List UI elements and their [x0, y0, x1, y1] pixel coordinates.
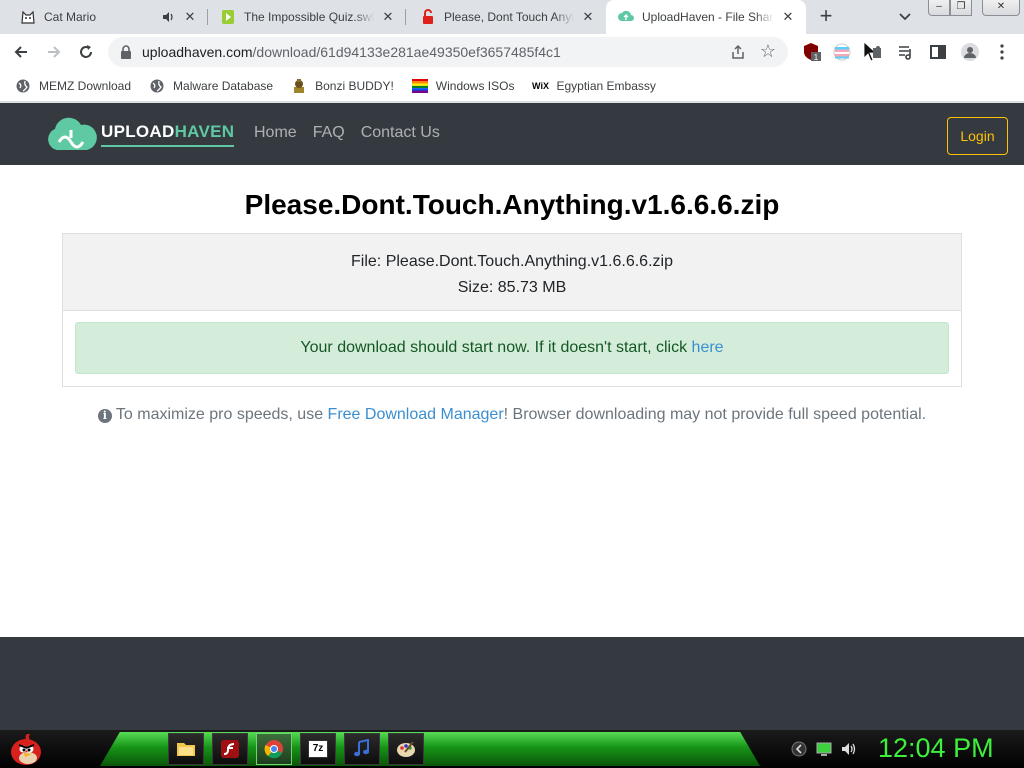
speaker-icon[interactable]: [162, 11, 176, 23]
share-icon[interactable]: [730, 44, 746, 60]
nav-home[interactable]: Home: [254, 124, 297, 142]
address-bar[interactable]: uploadhaven.com/download/61d94133e281ae4…: [108, 37, 788, 67]
tip-prefix: To maximize pro speeds, use: [115, 406, 328, 423]
uploadhaven-icon: [618, 9, 634, 25]
paint-icon: [397, 741, 415, 757]
url-text: uploadhaven.com/download/61d94133e281ae4…: [142, 44, 561, 60]
taskbar-music[interactable]: [344, 733, 380, 765]
flag-extension-icon[interactable]: [832, 42, 852, 62]
extension-badge: 1: [814, 53, 819, 62]
puzzle-extension-icon[interactable]: [862, 42, 882, 62]
url-domain: uploadhaven.com: [142, 44, 253, 60]
forward-button[interactable]: [42, 40, 66, 64]
file-size-line: Size: 85.73 MB: [457, 279, 567, 296]
download-here-link[interactable]: here: [692, 339, 724, 356]
star-icon[interactable]: ☆: [760, 41, 776, 61]
file-title: Please.Dont.Touch.Anything.v1.6.6.6.zip: [244, 189, 780, 220]
reload-icon: [80, 45, 92, 58]
site-footer: [0, 637, 1024, 730]
flash-icon: [221, 740, 239, 758]
cat-icon: [20, 9, 36, 25]
side-panel-icon[interactable]: [928, 42, 948, 62]
taskbar-flash[interactable]: [212, 733, 248, 765]
angry-bird-icon: [11, 733, 41, 765]
web-page: UPLOADHAVEN Home FAQ Contact Us Login Pl…: [0, 103, 1024, 730]
nav-contact-us[interactable]: Contact Us: [361, 124, 440, 142]
nav-faq[interactable]: FAQ: [313, 124, 345, 142]
globe-icon: [149, 78, 165, 94]
volume-icon[interactable]: [840, 740, 858, 758]
bookmark-windows-isos[interactable]: Windows ISOs: [405, 74, 522, 98]
network-icon[interactable]: [815, 740, 833, 758]
chevron-down-icon[interactable]: [896, 7, 914, 25]
browser-toolbar: uploadhaven.com/download/61d94133e281ae4…: [0, 34, 1024, 70]
chrome-icon: [264, 740, 283, 759]
url-path: /download/61d94133e281ae49350ef3657485f4…: [252, 44, 561, 60]
ublock-icon[interactable]: 1: [802, 42, 822, 62]
restore-button[interactable]: ❐: [950, 0, 972, 16]
new-tab-button[interactable]: +: [814, 5, 838, 29]
wix-icon: WiX: [532, 80, 549, 91]
download-alert: Your download should start now. If it do…: [75, 322, 949, 374]
window-controls: ‒ ❐ ✕: [928, 0, 1020, 16]
media-control-icon[interactable]: [896, 42, 916, 62]
free-download-manager-link[interactable]: Free Download Manager: [328, 406, 504, 423]
close-window-button[interactable]: ✕: [982, 0, 1020, 16]
taskbar-chrome[interactable]: [256, 733, 292, 765]
red-lock-icon: [420, 9, 436, 25]
tab-uploadhaven[interactable]: UploadHaven - File Sharin ✕: [606, 0, 806, 34]
start-button[interactable]: [6, 730, 46, 768]
download-alert-text: Your download should start now. If it do…: [300, 339, 692, 356]
minimize-button[interactable]: ‒: [928, 0, 950, 16]
profile-avatar[interactable]: [960, 42, 980, 62]
bookmark-egyptian-embassy[interactable]: WiX Egyptian Embassy: [525, 74, 662, 98]
lock-icon: [120, 45, 134, 59]
logo-text: UPLOADHAVEN: [101, 122, 235, 147]
site-navbar: UPLOADHAVEN Home FAQ Contact Us Login: [0, 103, 1024, 165]
music-icon: [354, 739, 369, 757]
speed-tip: i To maximize pro speeds, use Free Downlo…: [0, 406, 1024, 424]
screen: Cat Mario ✕ The Impossible Quiz.swf ( ✕ …: [0, 0, 1024, 768]
login-button[interactable]: Login: [947, 117, 1008, 155]
tab-close-icon[interactable]: ✕: [380, 9, 396, 25]
forward-arrow-icon: [48, 46, 61, 58]
file-name-line: File: Please.Dont.Touch.Anything.v1.6.6.…: [351, 253, 673, 270]
tab-close-icon[interactable]: ✕: [182, 9, 198, 25]
tip-suffix: ! Browser downloading may not provide fu…: [503, 406, 927, 423]
tab-close-icon[interactable]: ✕: [580, 9, 596, 25]
info-icon: i: [97, 409, 112, 423]
clock[interactable]: 12:04 PM: [878, 733, 994, 764]
tab-impossible-quiz[interactable]: The Impossible Quiz.swf ( ✕: [208, 0, 406, 34]
rainbow-icon: [411, 78, 428, 94]
back-arrow-icon: [14, 46, 27, 58]
cloud-logo-icon: [48, 117, 97, 150]
bookmark-bonzi-buddy[interactable]: Bonzi BUDDY!: [284, 74, 401, 98]
taskbar: 7z 12:04 PM: [0, 730, 1024, 768]
kebab-menu-icon[interactable]: [992, 42, 1012, 62]
file-info-card: File: Please.Dont.Touch.Anything.v1.6.6.…: [62, 233, 962, 387]
sevenzip-icon: 7z: [308, 740, 328, 758]
tray-show-hidden-icon[interactable]: [790, 740, 808, 758]
tab-close-icon[interactable]: ✕: [780, 9, 796, 25]
bookmark-malware-database[interactable]: Malware Database: [142, 74, 280, 98]
taskbar-paint[interactable]: [388, 733, 424, 765]
tab-please-dont-touch[interactable]: Please, Dont Touch Anythi ✕: [408, 0, 606, 34]
taskbar-7zip[interactable]: 7z: [300, 733, 336, 765]
tab-cat-mario[interactable]: Cat Mario ✕: [8, 0, 208, 34]
bonzi-icon: [291, 78, 307, 94]
reload-button[interactable]: [74, 40, 98, 64]
uploadhaven-logo[interactable]: UPLOADHAVEN: [45, 114, 235, 154]
site-nav-links: Home FAQ Contact Us: [254, 124, 456, 142]
back-button[interactable]: [9, 40, 33, 64]
taskbar-folder[interactable]: [168, 733, 204, 765]
bookmarks-bar: MEMZ Download Malware Database Bonzi BUD…: [0, 70, 1024, 102]
bookmark-memz[interactable]: MEMZ Download: [8, 74, 138, 98]
green-tag-icon: [220, 9, 236, 25]
tab-strip: Cat Mario ✕ The Impossible Quiz.swf ( ✕ …: [0, 0, 1024, 34]
file-info-header: File: Please.Dont.Touch.Anything.v1.6.6.…: [63, 234, 961, 311]
folder-icon: [177, 743, 195, 756]
globe-icon: [15, 78, 31, 94]
